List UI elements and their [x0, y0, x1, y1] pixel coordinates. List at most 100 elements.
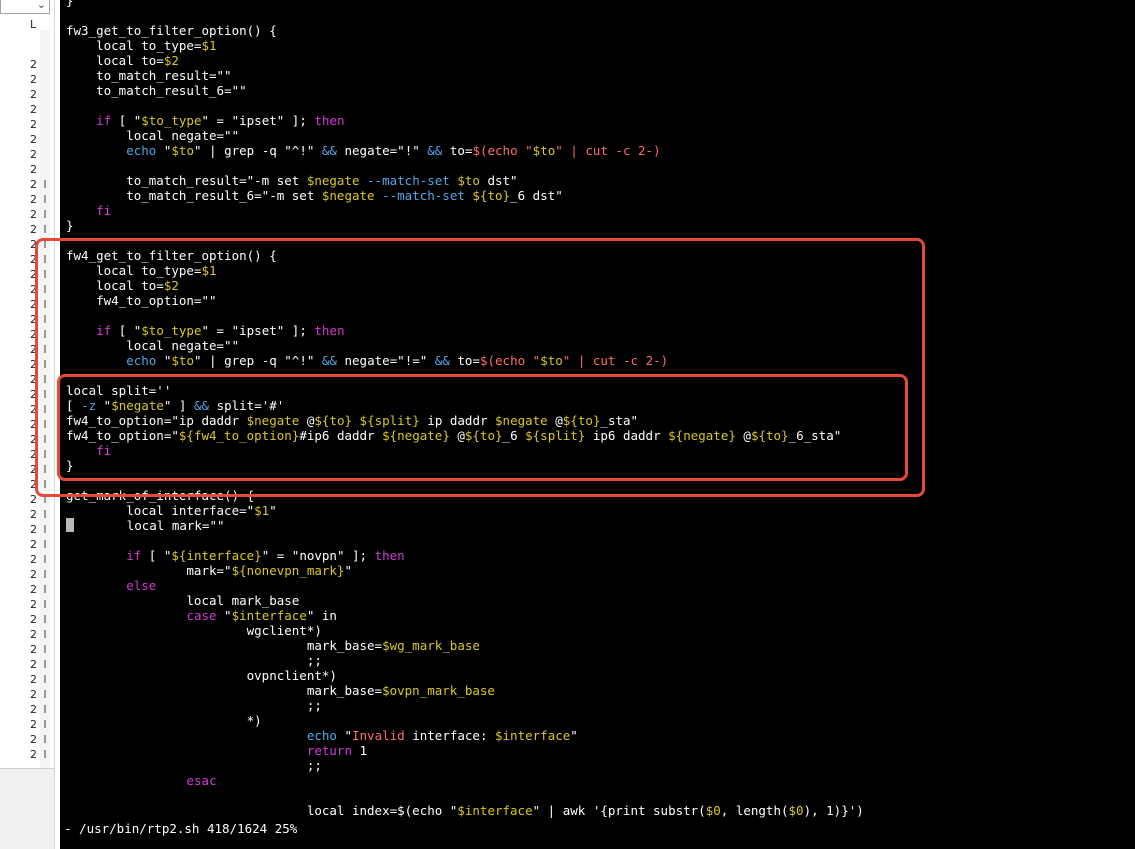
panel-dropdown[interactable]: ⌄ [0, 0, 50, 14]
scroll-tick [44, 270, 46, 278]
line-marker: 2 [30, 658, 37, 671]
code-token: $negate [495, 413, 548, 428]
scroll-tick [44, 585, 46, 593]
code-token: if [96, 323, 112, 338]
scroll-tick [44, 225, 46, 233]
code-token: _6_sta" [788, 428, 842, 443]
code-line: local to=$2 [66, 278, 864, 293]
line-marker: 2 [30, 238, 37, 251]
code-token: $to_type [141, 323, 202, 338]
code-line: } [66, 0, 864, 8]
code-token: $0 [788, 803, 804, 818]
code-line: to_match_result_6="-m set $negate --matc… [66, 188, 864, 203]
line-marker: 2 [30, 538, 37, 551]
code-token: ip6 daddr [585, 428, 669, 443]
panel-scrollbar[interactable] [40, 30, 50, 770]
code-line: mark_base=$ovpn_mark_base [66, 683, 864, 698]
code-line: if [ "$to_type" = "ipset" ]; then [66, 113, 864, 128]
code-token: $negate [306, 173, 360, 188]
code-line: local negate="" [66, 338, 864, 353]
file-panel: ⌄ L 222222222222222222222222222222222222… [0, 0, 55, 849]
terminal-window[interactable]: } fw3_get_to_filter_option() { local to_t… [60, 0, 1135, 849]
code-token: #ip6 daddr [299, 428, 383, 443]
line-marker: 2 [30, 643, 37, 656]
line-marker: 2 [30, 298, 37, 311]
code-token: " [156, 353, 172, 368]
scroll-tick [44, 405, 46, 413]
code-token: fw3_get_to_filter_option() { [66, 23, 277, 38]
line-marker: 2 [30, 118, 37, 131]
code-token: && [427, 143, 443, 158]
code-token: , length( [720, 803, 789, 818]
code-token: negate="!=" [336, 353, 435, 368]
line-marker: 2 [30, 88, 37, 101]
code-token: -z [81, 398, 97, 413]
code-token: local to_type= [66, 38, 202, 53]
scroll-tick [44, 690, 46, 698]
code-line: local to=$2 [66, 53, 864, 68]
code-token: " | grep -q "^!" [193, 143, 322, 158]
code-token: _6 dst" [510, 188, 563, 203]
code-token: " | cut -c 2-) [555, 143, 661, 158]
code-token: fi [96, 203, 112, 218]
code-token: [ " [111, 323, 142, 338]
code-token: ;; [66, 653, 322, 668]
code-token: && [321, 353, 337, 368]
code-token: " [336, 728, 352, 743]
scroll-tick [44, 480, 46, 488]
code-token: && [321, 143, 337, 158]
code-token: " = "novpn" ]; [261, 548, 375, 563]
scroll-tick [44, 510, 46, 518]
code-token: } [66, 458, 74, 473]
code-token: to_match_result="" [66, 68, 232, 83]
code-token: " | cut -c 2-) [562, 353, 669, 368]
code-view[interactable]: } fw3_get_to_filter_option() { local to_t… [66, 0, 864, 818]
code-token: local to= [66, 53, 164, 68]
code-token: ${negate} [668, 428, 736, 443]
code-token: $2 [163, 278, 179, 293]
code-token: interface: [404, 728, 495, 743]
code-token: then [314, 323, 345, 338]
scroll-tick [44, 660, 46, 668]
line-marker: 2 [30, 253, 37, 266]
code-token: $interface [457, 803, 533, 818]
scroll-tick [44, 555, 46, 563]
scroll-tick [44, 345, 46, 353]
scroll-tick [44, 570, 46, 578]
code-token: @ [299, 413, 315, 428]
code-line: to_match_result="" [66, 68, 864, 83]
code-line: local split='' [66, 383, 864, 398]
line-marker: 2 [30, 493, 37, 506]
code-token: [ " [141, 548, 172, 563]
line-marker: 2 [30, 433, 37, 446]
code-token: echo [306, 728, 337, 743]
code-token: $to [171, 353, 194, 368]
code-token: to_match_result_6="" [66, 83, 247, 98]
scroll-tick [44, 360, 46, 368]
line-marker: 2 [30, 193, 37, 206]
scroll-tick [44, 315, 46, 323]
scroll-tick [44, 390, 46, 398]
scroll-tick [44, 525, 46, 533]
code-token: to= [449, 353, 480, 368]
code-token: $1 [201, 263, 217, 278]
code-line: [ -z "$negate" ] && split='#' [66, 398, 864, 413]
code-token: ${interface} [171, 548, 262, 563]
code-token: local interface=" [66, 503, 255, 518]
chevron-down-icon[interactable]: ⌄ [37, 0, 46, 11]
line-marker: 2 [30, 73, 37, 86]
code-token: $negate [321, 188, 375, 203]
line-marker: 2 [30, 478, 37, 491]
code-token: $ovpn_mark_base [382, 683, 495, 698]
code-token: local mark="" [74, 518, 225, 533]
code-token: to= [442, 143, 473, 158]
code-token: @ [449, 428, 465, 443]
code-line: } [66, 218, 864, 233]
code-token: local index=$(echo " [66, 803, 458, 818]
code-line: local mark="" [66, 518, 864, 533]
scroll-tick [44, 240, 46, 248]
scroll-tick [44, 180, 46, 188]
